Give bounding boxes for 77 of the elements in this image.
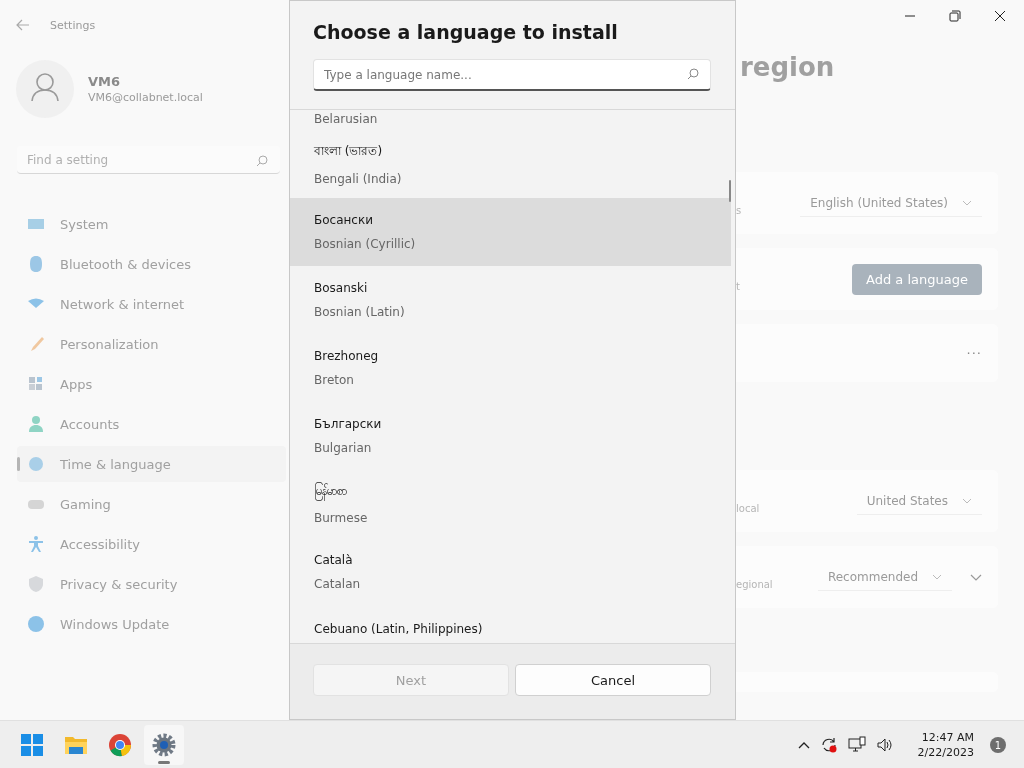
language-item[interactable]: မြန်မာစာ Burmese (290, 470, 731, 538)
avatar-icon (16, 60, 74, 118)
account-email: VM6@collabnet.local (88, 91, 203, 104)
english-name: Bengali (India) (314, 172, 403, 186)
native-name: Brezhoneg (314, 349, 380, 363)
sidebar-item[interactable]: Gaming (17, 486, 286, 522)
chevron-icon (932, 573, 942, 580)
english-name: Bosnian (Cyrillic) (314, 237, 417, 251)
language-item[interactable]: Català Catalan (290, 538, 731, 606)
expand-icon[interactable] (970, 573, 982, 581)
search-field[interactable]: Type a language name... (313, 59, 711, 91)
language-item[interactable]: Belarusian (290, 110, 731, 130)
dropdown[interactable]: English (United States) (800, 189, 982, 217)
native-name: မြန်မာစာ (314, 483, 731, 501)
search-icon (687, 68, 699, 80)
native-name: বাংলা (ভারত) (314, 143, 384, 160)
setting-label: t (736, 279, 740, 292)
clock[interactable]: 12:47 AM 2/22/2023 (917, 730, 974, 760)
english-name: Bulgarian (314, 441, 373, 455)
person-icon (27, 415, 45, 433)
more-button[interactable]: ··· (966, 345, 982, 361)
english-name: Bosnian (Latin) (314, 305, 406, 319)
setting-label: egional (736, 577, 773, 590)
page-title: region (740, 52, 836, 84)
sidebar-item[interactable]: Network & internet (17, 286, 286, 322)
apps-icon (27, 375, 45, 393)
dropdown[interactable]: Recommended (817, 563, 952, 591)
volume-icon[interactable] (875, 736, 894, 754)
chevron-up-icon[interactable] (797, 741, 810, 749)
setting-label: s (736, 203, 742, 216)
sidebar-item[interactable]: Personalization (17, 326, 286, 362)
language-item[interactable]: Cebuano (Latin, Philippines) (290, 606, 731, 636)
sidebar-item[interactable]: Time & language (17, 446, 286, 482)
sync-icon[interactable] (819, 736, 838, 754)
browser-icon (108, 733, 132, 757)
account-name: VM6 (88, 74, 122, 89)
native-name: Bosanski (314, 281, 369, 295)
language-item[interactable]: বাংলা (ভারত) Bengali (India) (290, 130, 731, 198)
language-item[interactable]: Босански Bosnian (Cyrillic) (290, 198, 731, 266)
scrollbar-thumb[interactable] (729, 180, 731, 202)
chevron-icon (962, 199, 972, 206)
chevron-icon (962, 497, 972, 504)
dropdown[interactable]: United States (856, 487, 982, 515)
english-name: Burmese (314, 511, 369, 525)
native-name: Български (314, 417, 383, 431)
dialog-title: Choose a language to install (313, 21, 619, 43)
sidebar-item[interactable]: Windows Update (17, 606, 286, 642)
sidebar-item[interactable]: Apps (17, 366, 286, 402)
cancel-button[interactable]: Cancel (515, 664, 711, 696)
window-title: Settings (50, 18, 96, 32)
sidebar-item[interactable]: Accessibility (17, 526, 286, 562)
setting-label: local (736, 501, 760, 514)
shield-icon (27, 575, 45, 593)
accessibility-icon (27, 535, 45, 553)
sidebar-item[interactable]: Privacy & security (17, 566, 286, 602)
add-language-button[interactable]: Add a language (852, 263, 982, 295)
english-name: Catalan (314, 577, 362, 591)
selection-indicator (17, 457, 20, 471)
taskbar-app[interactable] (144, 725, 184, 765)
english-name: Breton (314, 373, 355, 387)
windows-logo-icon (20, 733, 44, 757)
search-icon (256, 155, 268, 167)
native-name: Cebuano (Latin, Philippines) (314, 622, 484, 636)
language-item[interactable]: Brezhoneg Breton (290, 334, 731, 402)
close-icon[interactable] (994, 10, 1006, 22)
restore-icon[interactable] (949, 10, 961, 22)
network-icon[interactable] (847, 736, 866, 754)
gear-icon (152, 733, 176, 757)
native-name: Català (314, 553, 354, 567)
notification-badge[interactable]: 1 (990, 737, 1006, 753)
language-item[interactable]: Bosanski Bosnian (Latin) (290, 266, 731, 334)
sidebar-item[interactable]: System (17, 206, 286, 242)
language-item[interactable]: Български Bulgarian (290, 402, 731, 470)
native-name: Босански (314, 213, 374, 227)
sidebar-item[interactable]: Bluetooth & devices (17, 246, 286, 282)
english-name: Belarusian (314, 112, 379, 126)
sidebar-item[interactable]: Accounts (17, 406, 286, 442)
